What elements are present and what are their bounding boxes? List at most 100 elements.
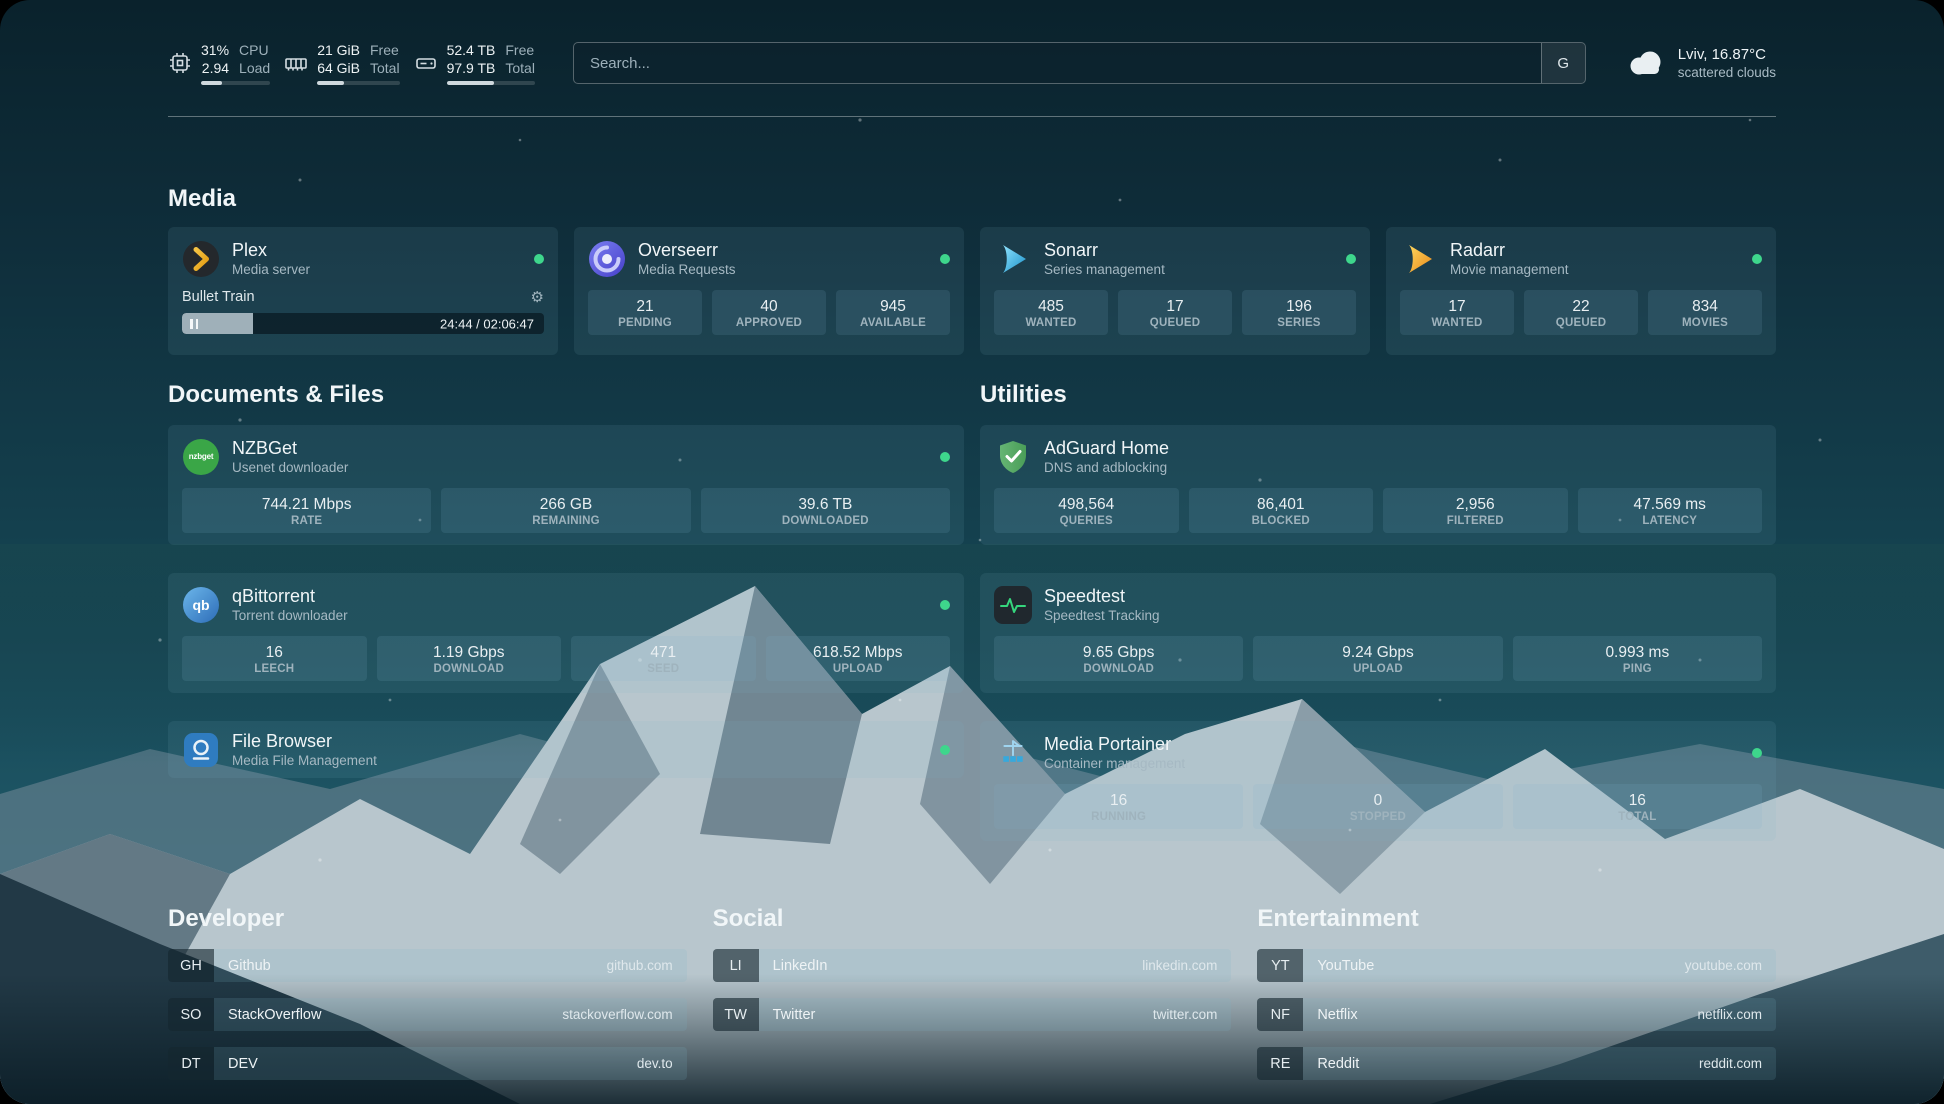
stat-download: 9.65 Gbps DOWNLOAD (994, 636, 1243, 681)
stat-blocked: 86,401 BLOCKED (1189, 488, 1374, 533)
status-dot (1752, 254, 1762, 264)
disk-usage-bar (447, 81, 535, 85)
bookmark-url: dev.to (637, 1056, 673, 1071)
cpu-monitor: 31% CPU 2.94 Load (168, 42, 270, 85)
status-dot (534, 254, 544, 264)
bookmark-twitter[interactable]: TW Twitter twitter.com (713, 998, 1232, 1031)
service-subtitle: Media server (232, 261, 310, 278)
bookmark-abbr: RE (1257, 1047, 1303, 1080)
weather-location: Lviv, 16.87°C (1678, 45, 1776, 64)
bookmark-name: Reddit (1317, 1056, 1359, 1072)
service-card-radarr[interactable]: Radarr Movie management 17 WANTED 22 QUE… (1386, 227, 1776, 355)
service-name: Media Portainer (1044, 733, 1185, 755)
memory-icon (284, 51, 308, 75)
service-name: Overseerr (638, 239, 736, 261)
search-provider-button[interactable]: G (1541, 43, 1585, 83)
cpu-load-label: Load (239, 60, 270, 77)
media-grid: Plex Media server Bullet Train ⚙ 24:44 /… (168, 227, 1776, 355)
bookmark-linkedin[interactable]: LI LinkedIn linkedin.com (713, 949, 1232, 982)
service-name: Radarr (1450, 239, 1569, 261)
memory-total-label: Total (370, 60, 400, 77)
stat-available: 945 AVAILABLE (836, 290, 950, 335)
memory-total: 64 GiB (317, 60, 360, 77)
gear-icon[interactable]: ⚙ (531, 288, 544, 306)
search-bar: G (573, 42, 1586, 84)
stat-download: 1.19 Gbps DOWNLOAD (377, 636, 562, 681)
bookmark-name: DEV (228, 1056, 258, 1072)
bookmark-name: YouTube (1317, 958, 1374, 974)
bookmark-name: StackOverflow (228, 1007, 321, 1023)
disk-monitor: 52.4 TB Free 97.9 TB Total (414, 42, 535, 85)
bookmark-abbr: SO (168, 998, 214, 1031)
service-name: Speedtest (1044, 585, 1160, 607)
service-card-qbittorrent[interactable]: qb qBittorrent Torrent downloader 16 (168, 573, 964, 693)
bookmark-abbr: TW (713, 998, 759, 1031)
nzbget-icon: nzbget (182, 438, 220, 476)
filebrowser-icon (182, 731, 220, 769)
cpu-chip-icon (168, 51, 192, 75)
service-name: File Browser (232, 730, 377, 752)
service-card-nzbget[interactable]: nzbget NZBGet Usenet downloader 744.21 M… (168, 425, 964, 545)
overseerr-icon (588, 240, 626, 278)
stat-leech: 16 LEECH (182, 636, 367, 681)
bookmark-abbr: NF (1257, 998, 1303, 1031)
stat-series: 196 SERIES (1242, 290, 1356, 335)
service-card-overseerr[interactable]: Overseerr Media Requests 21 PENDING 40 A… (574, 227, 964, 355)
section-title-entertainment: Entertainment (1257, 905, 1776, 933)
header-divider (168, 116, 1776, 117)
stat-rate: 744.21 Mbps RATE (182, 488, 431, 533)
stat-ping: 0.993 ms PING (1513, 636, 1762, 681)
disk-free: 52.4 TB (447, 42, 496, 59)
service-card-plex[interactable]: Plex Media server Bullet Train ⚙ 24:44 /… (168, 227, 558, 355)
status-dot (940, 745, 950, 755)
dashboard-page: 31% CPU 2.94 Load 21 GiB (0, 0, 1944, 1104)
bookmark-url: reddit.com (1699, 1056, 1762, 1071)
cpu-label: CPU (239, 42, 270, 59)
service-card-portainer[interactable]: Media Portainer Container management 16 … (980, 721, 1776, 841)
search-input[interactable] (574, 43, 1541, 83)
bookmark-netflix[interactable]: NF Netflix netflix.com (1257, 998, 1776, 1031)
bookmark-abbr: GH (168, 949, 214, 982)
stat-upload: 9.24 Gbps UPLOAD (1253, 636, 1502, 681)
service-subtitle: Container management (1044, 755, 1185, 772)
service-card-adguard[interactable]: AdGuard Home DNS and adblocking 498,564 … (980, 425, 1776, 545)
bookmark-youtube[interactable]: YT YouTube youtube.com (1257, 949, 1776, 982)
bookmark-dev[interactable]: DT DEV dev.to (168, 1047, 687, 1080)
disk-free-label: Free (505, 42, 535, 59)
bookmark-abbr: YT (1257, 949, 1303, 982)
service-card-sonarr[interactable]: Sonarr Series management 485 WANTED 17 Q… (980, 227, 1370, 355)
bookmark-name: LinkedIn (773, 958, 828, 974)
bookmark-stackoverflow[interactable]: SO StackOverflow stackoverflow.com (168, 998, 687, 1031)
disk-total: 97.9 TB (447, 60, 496, 77)
plex-now-playing: Bullet Train ⚙ 24:44 / 02:06:47 (182, 288, 544, 334)
bookmark-url: twitter.com (1153, 1007, 1218, 1022)
section-title-developer: Developer (168, 905, 687, 933)
bookmarks-social: Social LI LinkedIn linkedin.com TW Twitt… (713, 905, 1232, 1031)
service-subtitle: Media File Management (232, 752, 377, 769)
service-card-filebrowser[interactable]: File Browser Media File Management (168, 721, 964, 778)
bookmark-name: Twitter (773, 1007, 816, 1023)
service-name: NZBGet (232, 437, 348, 459)
status-dot (940, 254, 950, 264)
utilities-column: Utilities (980, 381, 1776, 841)
service-subtitle: Torrent downloader (232, 607, 348, 624)
stat-downloaded: 39.6 TB DOWNLOADED (701, 488, 950, 533)
stat-upload: 618.52 Mbps UPLOAD (766, 636, 951, 681)
service-name: Plex (232, 239, 310, 261)
now-playing-title: Bullet Train (182, 289, 255, 305)
service-name: AdGuard Home (1044, 437, 1169, 459)
bookmark-reddit[interactable]: RE Reddit reddit.com (1257, 1047, 1776, 1080)
bookmark-name: Netflix (1317, 1007, 1357, 1023)
cpu-usage-bar (201, 81, 270, 85)
service-subtitle: Speedtest Tracking (1044, 607, 1160, 624)
section-title-utilities: Utilities (980, 381, 1776, 409)
service-subtitle: Usenet downloader (232, 459, 348, 476)
service-name: qBittorrent (232, 585, 348, 607)
section-title-media: Media (168, 185, 1776, 213)
stat-approved: 40 APPROVED (712, 290, 826, 335)
service-card-speedtest[interactable]: Speedtest Speedtest Tracking 9.65 Gbps D… (980, 573, 1776, 693)
bookmark-github[interactable]: GH Github github.com (168, 949, 687, 982)
service-subtitle: DNS and adblocking (1044, 459, 1169, 476)
bookmark-abbr: LI (713, 949, 759, 982)
pause-icon (190, 319, 198, 329)
